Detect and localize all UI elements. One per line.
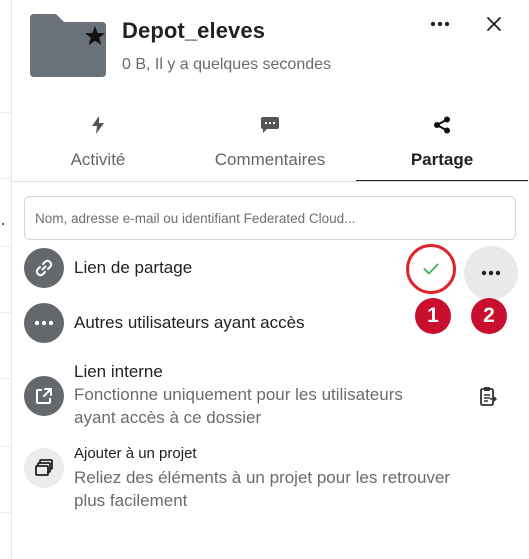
tab-activity-label: Activité — [70, 150, 126, 169]
share-link-row: Lien de partage — [24, 244, 518, 300]
tab-activity[interactable]: Activité — [12, 108, 184, 182]
tabs-divider — [12, 181, 529, 182]
lightning-icon — [87, 114, 109, 136]
tab-comments[interactable]: Commentaires — [184, 108, 356, 182]
link-avatar — [24, 248, 64, 288]
sidebar-tabs: Activité Commentaires Partage — [12, 108, 529, 183]
tab-sharing[interactable]: Partage — [356, 108, 528, 182]
external-link-icon — [36, 388, 52, 404]
file-title: Depot_eleves — [122, 18, 266, 43]
copy-internal-link-button[interactable] — [476, 384, 500, 408]
confirm-share-link-button[interactable] — [406, 244, 456, 294]
add-to-project-description-line: plus facilement — [74, 491, 188, 510]
background-file-list-edge — [0, 0, 12, 559]
comment-icon — [259, 114, 281, 136]
link-icon — [35, 259, 53, 277]
share-link-menu-button[interactable] — [464, 246, 518, 300]
row-divider — [0, 512, 11, 513]
row-divider — [0, 378, 11, 379]
clipboard-icon — [480, 387, 497, 406]
close-icon — [487, 17, 501, 31]
folder-icon — [28, 12, 106, 77]
tab-comments-label: Commentaires — [214, 150, 326, 169]
row-divider — [0, 178, 11, 179]
internal-link-description-line: ayant accès à ce dossier — [74, 408, 262, 427]
share-search-input[interactable] — [24, 196, 516, 240]
file-subtitle: 0 B, Il y a quelques secondes — [122, 56, 332, 73]
projects-icon — [35, 459, 53, 476]
tab-sharing-label: Partage — [410, 150, 474, 169]
other-users-avatar — [24, 303, 64, 343]
other-users-row[interactable]: Autres utilisateurs ayant accès — [24, 303, 516, 345]
add-to-project-description-line: Reliez des éléments à un projet pour les… — [74, 468, 451, 487]
share-icon — [431, 114, 453, 136]
internal-link-description-line: Fonctionne uniquement pour les utilisate… — [74, 385, 403, 404]
row-divider — [0, 112, 11, 113]
more-horizontal-icon — [430, 21, 450, 27]
add-to-project-row[interactable]: Ajouter à un projet Reliez des éléments … — [24, 442, 516, 518]
internal-link-avatar — [24, 376, 64, 416]
overflow-dot — [2, 223, 4, 225]
internal-link-row: Lien interne Fonctionne uniquement pour … — [24, 360, 516, 432]
header-more-button[interactable] — [426, 10, 454, 38]
sidebar-header: Depot_eleves 0 B, Il y a quelques second… — [12, 0, 529, 100]
row-divider — [0, 246, 11, 247]
more-horizontal-icon — [481, 270, 501, 276]
row-divider — [0, 446, 11, 447]
share-link-label: Lien de partage — [74, 258, 193, 277]
row-divider — [0, 312, 11, 313]
internal-link-label: Lien interne — [74, 362, 163, 381]
add-to-project-description: Reliez des éléments à un projet pour les… — [74, 466, 450, 512]
internal-link-description: Fonctionne uniquement pour les utilisate… — [74, 383, 403, 429]
more-horizontal-icon — [34, 320, 54, 326]
close-button[interactable] — [480, 10, 508, 38]
checkmark-icon — [423, 263, 439, 275]
other-users-label: Autres utilisateurs ayant accès — [74, 313, 305, 332]
project-avatar — [24, 448, 64, 488]
add-to-project-label: Ajouter à un projet — [74, 445, 197, 462]
